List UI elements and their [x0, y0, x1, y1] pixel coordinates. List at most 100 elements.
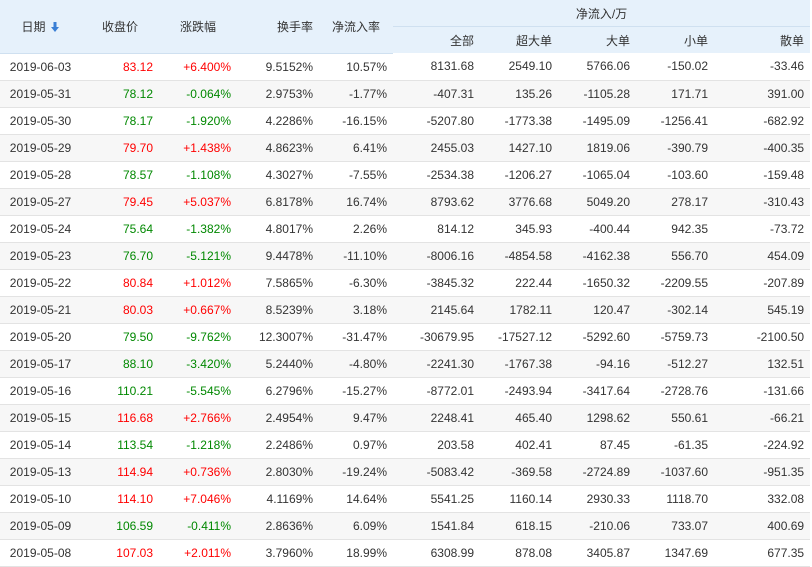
cell-net-ratio: 3.18% — [319, 296, 393, 324]
cell-change: -5.121% — [159, 242, 237, 270]
cell-close: 110.21 — [81, 377, 159, 405]
cell-net-ratio: 0.97% — [319, 431, 393, 459]
table-row: 2019-05-22 80.84 +1.012% 7.5865% -6.30% -3845… — [0, 269, 811, 297]
cell-turnover: 12.3007% — [237, 323, 319, 351]
cell-retail: -159.48 — [714, 161, 811, 189]
cell-small: -1037.60 — [636, 458, 714, 486]
table-row: 2019-05-13 114.94 +0.736% 2.8030% -19.24% -50… — [0, 458, 811, 486]
cell-small: -1256.41 — [636, 107, 714, 135]
cell-small: -103.60 — [636, 161, 714, 189]
cell-net-ratio: -4.80% — [319, 350, 393, 378]
cell-retail: -682.92 — [714, 107, 811, 135]
cell-large: -400.44 — [558, 215, 636, 243]
cell-small: -5759.73 — [636, 323, 714, 351]
cell-close: 113.54 — [81, 431, 159, 459]
cell-all: -407.31 — [393, 80, 480, 108]
cell-net-ratio: 2.26% — [319, 215, 393, 243]
header-turnover[interactable]: 换手率 — [237, 0, 319, 54]
cell-all: -8006.16 — [393, 242, 480, 270]
cell-date: 2019-05-15 — [0, 404, 81, 432]
header-super-large[interactable]: 超大单 — [480, 26, 558, 53]
cell-all: -5207.80 — [393, 107, 480, 135]
cell-super-large: 3776.68 — [480, 188, 558, 216]
cell-date: 2019-05-28 — [0, 161, 81, 189]
cell-change: -0.064% — [159, 80, 237, 108]
cell-large: -1650.32 — [558, 269, 636, 297]
cell-net-ratio: 6.09% — [319, 512, 393, 540]
cell-close: 80.03 — [81, 296, 159, 324]
cell-super-large: -4854.58 — [480, 242, 558, 270]
cell-close: 106.59 — [81, 512, 159, 540]
cell-small: -61.35 — [636, 431, 714, 459]
cell-close: 114.94 — [81, 458, 159, 486]
header-close[interactable]: 收盘价 — [81, 0, 159, 54]
cell-small: -390.79 — [636, 134, 714, 162]
table-row: 2019-05-20 79.50 -9.762% 12.3007% -31.47% -30… — [0, 323, 811, 351]
cell-large: 1298.62 — [558, 404, 636, 432]
header-net-ratio[interactable]: 净流入率 — [319, 0, 393, 54]
cell-net-ratio: 6.41% — [319, 134, 393, 162]
cell-small: -2728.76 — [636, 377, 714, 405]
table-row: 2019-05-31 78.12 -0.064% 2.9753% -1.77% -407.… — [0, 80, 811, 108]
cell-close: 78.57 — [81, 161, 159, 189]
cell-turnover: 4.3027% — [237, 161, 319, 189]
cell-super-large: 2549.10 — [480, 53, 558, 81]
cell-super-large: 345.93 — [480, 215, 558, 243]
cell-large: -2724.89 — [558, 458, 636, 486]
header-all[interactable]: 全部 — [393, 26, 480, 53]
cell-all: 1541.84 — [393, 512, 480, 540]
cell-turnover: 4.2286% — [237, 107, 319, 135]
table-row: 2019-05-17 88.10 -3.420% 5.2440% -4.80% -2241… — [0, 350, 811, 378]
cell-large: 87.45 — [558, 431, 636, 459]
cell-super-large: 618.15 — [480, 512, 558, 540]
arrow-down-icon[interactable] — [50, 21, 60, 33]
table-row: 2019-05-28 78.57 -1.108% 4.3027% -7.55% -2534… — [0, 161, 811, 189]
cell-close: 79.45 — [81, 188, 159, 216]
cell-super-large: -2493.94 — [480, 377, 558, 405]
header-retail[interactable]: 散单 — [714, 26, 811, 53]
cell-large: -1065.04 — [558, 161, 636, 189]
cell-net-ratio: 10.57% — [319, 53, 393, 81]
cell-change: -1.218% — [159, 431, 237, 459]
table-row: 2019-06-03 83.12 +6.400% 9.5152% 10.57% 8131.… — [0, 53, 811, 81]
cell-change: +5.037% — [159, 188, 237, 216]
cell-large: -4162.38 — [558, 242, 636, 270]
cell-large: 5049.20 — [558, 188, 636, 216]
cell-net-ratio: 9.47% — [319, 404, 393, 432]
cell-super-large: -1773.38 — [480, 107, 558, 135]
cell-retail: -951.35 — [714, 458, 811, 486]
cell-date: 2019-05-24 — [0, 215, 81, 243]
cell-super-large: 1427.10 — [480, 134, 558, 162]
cell-large: 120.47 — [558, 296, 636, 324]
header-date[interactable]: 日期 — [0, 0, 81, 54]
cell-turnover: 2.2486% — [237, 431, 319, 459]
table-row: 2019-05-21 80.03 +0.667% 8.5239% 3.18% 2145.6… — [0, 296, 811, 324]
cell-small: 942.35 — [636, 215, 714, 243]
cell-small: 733.07 — [636, 512, 714, 540]
cell-all: -2534.38 — [393, 161, 480, 189]
cell-close: 78.12 — [81, 80, 159, 108]
cell-small: 278.17 — [636, 188, 714, 216]
cell-super-large: 402.41 — [480, 431, 558, 459]
cell-date: 2019-05-17 — [0, 350, 81, 378]
cell-large: -3417.64 — [558, 377, 636, 405]
cell-turnover: 2.4954% — [237, 404, 319, 432]
cell-close: 114.10 — [81, 485, 159, 513]
cell-date: 2019-05-20 — [0, 323, 81, 351]
header-small[interactable]: 小单 — [636, 26, 714, 53]
header-large[interactable]: 大单 — [558, 26, 636, 53]
cell-turnover: 9.5152% — [237, 53, 319, 81]
cell-retail: -33.46 — [714, 53, 811, 81]
cell-all: -5083.42 — [393, 458, 480, 486]
cell-large: -94.16 — [558, 350, 636, 378]
cell-close: 83.12 — [81, 53, 159, 81]
table-row: 2019-05-16 110.21 -5.545% 6.2796% -15.27% -87… — [0, 377, 811, 405]
cell-all: 5541.25 — [393, 485, 480, 513]
cell-change: +1.438% — [159, 134, 237, 162]
cell-change: +0.667% — [159, 296, 237, 324]
header-change[interactable]: 涨跌幅 — [159, 0, 237, 54]
cell-close: 116.68 — [81, 404, 159, 432]
cell-super-large: 1160.14 — [480, 485, 558, 513]
cell-small: 556.70 — [636, 242, 714, 270]
cell-small: -150.02 — [636, 53, 714, 81]
